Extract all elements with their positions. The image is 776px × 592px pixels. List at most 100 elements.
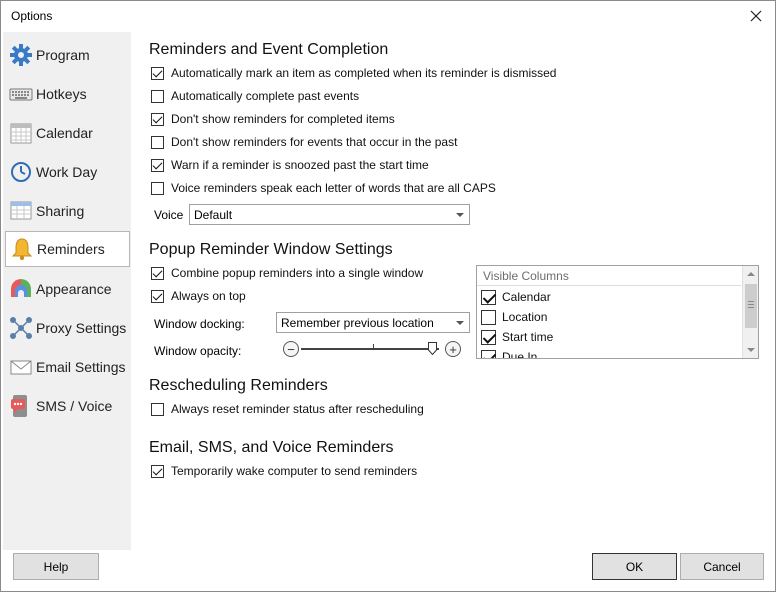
voice-label: Voice	[154, 208, 184, 222]
checkbox[interactable]	[151, 266, 164, 280]
slider-track	[301, 348, 439, 350]
palette-icon	[8, 276, 34, 302]
clock-icon	[8, 159, 34, 185]
sidebar: Program Hotkeys Calendar Work Day Sharin…	[3, 32, 131, 550]
sidebar-item-label: Appearance	[36, 281, 112, 297]
checkbox-label: Always reset reminder status after resch…	[171, 402, 424, 416]
checkbox-label: Don't show reminders for completed items	[171, 112, 395, 126]
columns-scrollbar[interactable]	[742, 266, 758, 358]
calendar-icon	[8, 120, 34, 146]
window-docking-label: Window docking:	[154, 317, 245, 331]
sharing-icon	[8, 198, 34, 224]
checkbox-label: Combine popup reminders into a single wi…	[171, 266, 424, 280]
visible-columns-header: Visible Columns	[477, 266, 741, 286]
column-item-calendar[interactable]: Calendar	[481, 287, 551, 307]
sidebar-item-label: Email Settings	[36, 359, 126, 375]
column-label: Location	[502, 310, 548, 324]
zoom-out-button[interactable]: −	[283, 341, 299, 357]
close-icon	[750, 10, 762, 22]
checkbox[interactable]	[151, 181, 164, 195]
checkbox[interactable]	[481, 349, 496, 358]
chat-icon	[8, 393, 34, 419]
sidebar-item-reminders[interactable]: Reminders	[5, 231, 130, 267]
sidebar-item-label: SMS / Voice	[36, 398, 113, 414]
cancel-button[interactable]: Cancel	[680, 553, 764, 580]
sidebar-item-proxy-settings[interactable]: Proxy Settings	[5, 310, 130, 346]
checkbox-wake-computer[interactable]: Temporarily wake computer to send remind…	[151, 462, 417, 480]
ok-button[interactable]: OK	[592, 553, 677, 580]
chevron-down-icon	[456, 321, 464, 325]
checkbox[interactable]	[151, 464, 164, 478]
checkbox[interactable]	[151, 112, 164, 126]
sidebar-item-calendar[interactable]: Calendar	[5, 115, 130, 151]
checkbox-label: Warn if a reminder is snoozed past the s…	[171, 158, 429, 172]
checkbox-always-on-top[interactable]: Always on top	[151, 287, 246, 305]
sidebar-item-label: Work Day	[36, 164, 98, 180]
slider-tick	[373, 344, 374, 350]
options-window: Options Program Hotkeys Calendar Work Da…	[0, 0, 776, 592]
checkbox[interactable]	[151, 135, 164, 149]
sidebar-item-label: Hotkeys	[36, 86, 87, 102]
section-title-email: Email, SMS, and Voice Reminders	[149, 439, 394, 456]
checkbox[interactable]	[481, 309, 496, 325]
sidebar-item-sharing[interactable]: Sharing	[5, 193, 130, 229]
checkbox-auto-complete-past[interactable]: Automatically complete past events	[151, 87, 359, 105]
checkbox[interactable]	[151, 66, 164, 80]
checkbox-label: Automatically complete past events	[171, 89, 360, 103]
sidebar-item-label: Proxy Settings	[36, 320, 127, 336]
window-opacity-label: Window opacity:	[154, 344, 242, 358]
checkbox-hide-past[interactable]: Don't show reminders for events that occ…	[151, 133, 457, 151]
checkbox-hide-completed[interactable]: Don't show reminders for completed items	[151, 110, 395, 128]
checkbox[interactable]	[151, 158, 164, 172]
column-item-location[interactable]: Location	[481, 307, 547, 327]
sidebar-item-work-day[interactable]: Work Day	[5, 154, 130, 190]
checkbox[interactable]	[481, 329, 496, 345]
checkbox-label: Voice reminders speak each letter of wor…	[171, 181, 496, 195]
sidebar-item-hotkeys[interactable]: Hotkeys	[5, 76, 130, 112]
section-title-rescheduling: Rescheduling Reminders	[149, 377, 328, 394]
scroll-up-icon[interactable]	[747, 272, 755, 276]
sidebar-item-appearance[interactable]: Appearance	[5, 271, 130, 307]
checkbox[interactable]	[481, 289, 496, 305]
column-item-start-time[interactable]: Start time	[481, 327, 553, 347]
checkbox-auto-complete-dismissed[interactable]: Automatically mark an item as completed …	[151, 64, 556, 82]
sidebar-item-label: Calendar	[36, 125, 93, 141]
checkbox-label: Always on top	[171, 289, 246, 303]
sidebar-item-label: Program	[36, 47, 90, 63]
checkbox-reset-status[interactable]: Always reset reminder status after resch…	[151, 400, 424, 418]
voice-select-value: Default	[194, 207, 233, 222]
scroll-down-icon[interactable]	[747, 348, 755, 352]
title-bar: Options	[1, 1, 775, 32]
checkbox[interactable]	[151, 89, 164, 103]
window-opacity-slider[interactable]: − +	[283, 340, 463, 358]
column-item-due-in[interactable]: Due In	[481, 347, 538, 359]
sidebar-item-label: Reminders	[37, 241, 105, 257]
network-icon	[8, 315, 34, 341]
checkbox-voice-caps[interactable]: Voice reminders speak each letter of wor…	[151, 179, 496, 197]
help-button[interactable]: Help	[13, 553, 99, 580]
section-title-popup: Popup Reminder Window Settings	[149, 241, 393, 258]
checkbox-label: Don't show reminders for events that occ…	[171, 135, 458, 149]
checkbox-label: Automatically mark an item as completed …	[171, 66, 557, 80]
sidebar-item-program[interactable]: Program	[5, 37, 130, 73]
sidebar-item-label: Sharing	[36, 203, 85, 219]
close-button[interactable]	[745, 5, 767, 27]
column-label: Calendar	[502, 290, 551, 304]
checkbox[interactable]	[151, 402, 164, 416]
scroll-thumb[interactable]	[745, 284, 757, 328]
zoom-in-button[interactable]: +	[445, 341, 461, 357]
column-label: Due In	[502, 350, 538, 359]
bell-icon	[9, 236, 35, 262]
window-title: Options	[11, 9, 53, 23]
visible-columns-list[interactable]: Visible Columns Calendar Location Start …	[476, 265, 759, 359]
checkbox-combine-popups[interactable]: Combine popup reminders into a single wi…	[151, 264, 423, 282]
gear-icon	[8, 42, 34, 68]
envelope-icon	[8, 354, 34, 380]
voice-select[interactable]: Default	[189, 204, 470, 225]
checkbox-warn-snooze[interactable]: Warn if a reminder is snoozed past the s…	[151, 156, 429, 174]
sidebar-item-email-settings[interactable]: Email Settings	[5, 349, 130, 385]
sidebar-item-sms-voice[interactable]: SMS / Voice	[5, 388, 130, 424]
slider-thumb[interactable]	[428, 342, 438, 356]
checkbox[interactable]	[151, 289, 164, 303]
window-docking-select[interactable]: Remember previous location	[276, 312, 470, 333]
